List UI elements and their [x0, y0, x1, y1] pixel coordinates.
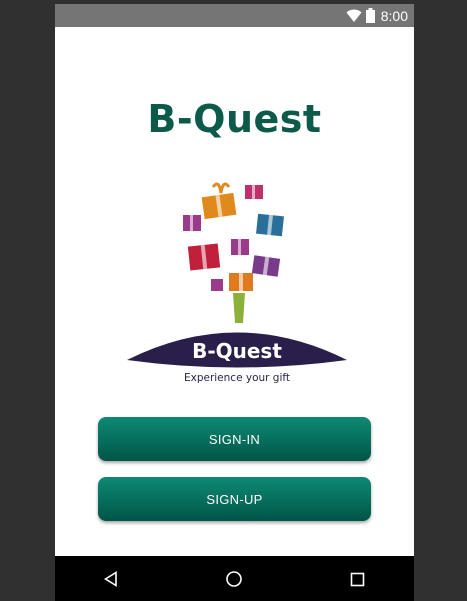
- b-quest-logo: B-Quest Experience your gift: [127, 182, 347, 384]
- logo-brand-text: B-Quest: [192, 339, 282, 363]
- battery-icon: [365, 8, 375, 23]
- logo-tagline: Experience your gift: [184, 372, 290, 384]
- status-bar: 8:00: [55, 4, 414, 27]
- wifi-icon: [346, 9, 362, 22]
- navigation-bar: [55, 556, 414, 601]
- status-icons: 8:00: [346, 7, 408, 24]
- sign-in-button[interactable]: SIGN-IN: [98, 417, 371, 461]
- phone-screen: 8:00 B-Quest B-Quest Experience your gif…: [55, 4, 414, 601]
- recents-icon[interactable]: [346, 568, 368, 590]
- home-icon[interactable]: [223, 568, 245, 590]
- back-icon[interactable]: [100, 568, 122, 590]
- status-time: 8:00: [380, 7, 408, 24]
- main-content: B-Quest B-Quest Experience your gift SIG…: [55, 27, 414, 556]
- sign-up-button[interactable]: SIGN-UP: [98, 477, 371, 521]
- app-title: B-Quest: [147, 97, 322, 141]
